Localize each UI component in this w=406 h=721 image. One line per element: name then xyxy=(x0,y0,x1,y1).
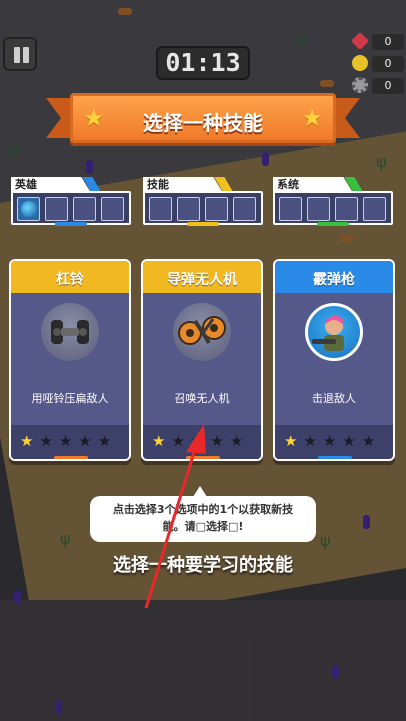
pause-icon xyxy=(23,47,29,63)
slot-empty xyxy=(233,197,256,221)
pause-icon xyxy=(14,47,20,63)
star-empty-icon: ★ xyxy=(97,432,118,450)
banner-title: 选择一种技能 xyxy=(143,111,263,135)
card-body: 召唤无人机 xyxy=(143,293,261,425)
tooltip-line: 点击选择3个选项中的1个以获取新技 xyxy=(112,503,294,516)
category-accent-bar xyxy=(55,222,87,226)
card-accent-tab xyxy=(186,456,220,459)
hero-helmet-icon xyxy=(21,201,37,217)
coin-count: 0 xyxy=(372,56,404,72)
gem-counter: 0 xyxy=(350,31,406,51)
slot-row xyxy=(143,191,263,225)
gear-icon xyxy=(352,77,368,93)
card-header: 杠铃 xyxy=(11,261,129,293)
card-footer: ★★★★★ xyxy=(11,425,129,459)
tooltip-line: 能。请□选择□! xyxy=(162,520,244,533)
star-empty-icon: ★ xyxy=(190,432,211,450)
card-footer: ★★★★★ xyxy=(275,425,393,459)
match-timer: 01:13 xyxy=(156,46,250,80)
card-header: 导弹无人机 xyxy=(143,261,261,293)
slot-empty xyxy=(205,197,228,221)
star-empty-icon: ★ xyxy=(361,432,382,450)
part-count: 0 xyxy=(372,78,404,94)
dumbbell-icon xyxy=(51,320,89,344)
category-skill: 技能 xyxy=(143,177,263,227)
card-footer: ★★★★★ xyxy=(143,425,261,459)
tutorial-hint: 选择一种要学习的技能 xyxy=(113,555,293,576)
slot-empty xyxy=(45,197,68,221)
star-filled-icon: ★ xyxy=(152,432,172,450)
drone-icon xyxy=(178,316,226,345)
star-empty-icon: ★ xyxy=(322,432,343,450)
tutorial-tooltip: 点击选择3个选项中的1个以获取新技 能。请□选择□! xyxy=(90,496,316,542)
slot-empty xyxy=(73,197,96,221)
skill-name: 霰弹枪 xyxy=(313,272,355,288)
star-icon: ★ xyxy=(301,104,323,132)
star-empty-icon: ★ xyxy=(78,432,98,450)
skill-card-missile-drone[interactable]: 导弹无人机 召唤无人机 ★★★★★ xyxy=(141,259,263,461)
skill-icon-frame xyxy=(305,303,363,361)
title-banner: ★ 选择一种技能 ★ xyxy=(70,93,336,143)
slot-row xyxy=(11,191,131,225)
star-filled-icon: ★ xyxy=(284,432,304,450)
card-accent-tab xyxy=(54,456,88,459)
star-empty-icon: ★ xyxy=(303,432,323,450)
star-empty-icon: ★ xyxy=(342,432,362,450)
skill-description: 召唤无人机 xyxy=(174,392,230,405)
skill-icon-frame xyxy=(173,303,231,361)
skill-level-stars: ★★★★★ xyxy=(20,432,120,450)
skill-name: 杠铃 xyxy=(56,272,84,288)
slot-empty xyxy=(335,197,358,221)
category-accent-bar xyxy=(187,222,219,226)
star-empty-icon: ★ xyxy=(39,432,59,450)
gem-icon xyxy=(350,31,370,51)
star-empty-icon: ★ xyxy=(58,432,79,450)
category-system: 系统 xyxy=(273,177,393,227)
skill-level-stars: ★★★★★ xyxy=(152,432,252,450)
star-empty-icon: ★ xyxy=(171,432,191,450)
slot-empty xyxy=(177,197,200,221)
card-accent-tab xyxy=(318,456,352,459)
skill-card-barbell[interactable]: 杠铃 用哑铃压扁敌人 ★★★★★ xyxy=(9,259,131,461)
skill-card-shotgun[interactable]: 霰弹枪 击退敌人 ★★★★★ xyxy=(273,259,395,461)
part-counter: 0 xyxy=(352,77,406,95)
skill-description: 用哑铃压扁敌人 xyxy=(31,392,109,405)
shotgun-hero-icon xyxy=(312,315,344,351)
card-body: 击退敌人 xyxy=(275,293,393,425)
card-body: 用哑铃压扁敌人 xyxy=(11,293,129,425)
category-accent-bar xyxy=(317,222,349,226)
slot-empty xyxy=(307,197,330,221)
pause-button[interactable] xyxy=(3,37,37,71)
slot-empty xyxy=(149,197,172,221)
star-filled-icon: ★ xyxy=(20,432,40,450)
slot-row xyxy=(273,191,393,225)
gem-count: 0 xyxy=(372,34,404,50)
skill-name: 导弹无人机 xyxy=(167,272,237,288)
slot-empty xyxy=(101,197,124,221)
skill-level-stars: ★★★★★ xyxy=(284,432,384,450)
coin-icon xyxy=(352,55,368,71)
slot-filled xyxy=(17,197,40,221)
skill-icon-frame xyxy=(41,303,99,361)
coin-counter: 0 xyxy=(352,55,406,73)
slot-empty xyxy=(363,197,386,221)
category-hero: 英雄 xyxy=(11,177,131,227)
star-empty-icon: ★ xyxy=(210,432,230,450)
skill-description: 击退敌人 xyxy=(312,392,356,405)
star-empty-icon: ★ xyxy=(229,432,250,450)
card-header: 霰弹枪 xyxy=(275,261,393,293)
slot-empty xyxy=(279,197,302,221)
